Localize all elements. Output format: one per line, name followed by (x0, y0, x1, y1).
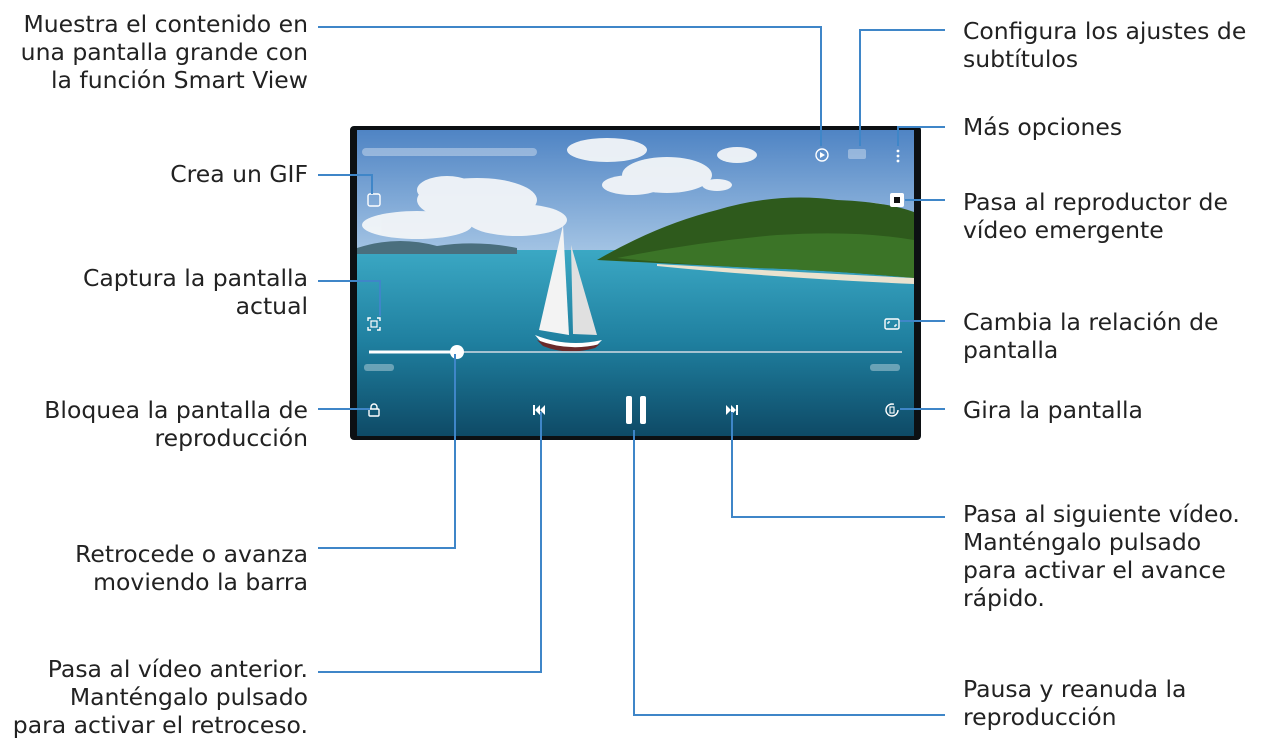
total-time (870, 364, 900, 371)
callout-pause: Pausa y reanuda la reproducción (963, 675, 1187, 731)
rotate-icon[interactable] (884, 402, 900, 418)
callout-aspect-ratio: Cambia la relación de pantalla (963, 308, 1219, 364)
subtitle-icon[interactable] (848, 149, 866, 159)
smart-view-icon[interactable] (814, 147, 830, 163)
next-icon[interactable] (724, 402, 740, 418)
callout-subtitles: Configura los ajustes de subtítulos (963, 17, 1247, 73)
video-player-screen (350, 126, 921, 440)
pause-icon[interactable] (623, 394, 649, 426)
callout-more-options: Más opciones (963, 113, 1123, 141)
leader-previous (318, 412, 542, 673)
capture-icon[interactable] (366, 316, 382, 332)
seek-bar-thumb[interactable] (450, 345, 464, 359)
callout-previous: Pasa al vídeo anterior. Manténgalo pulsa… (12, 655, 308, 739)
elapsed-time (364, 364, 394, 371)
callout-smart-view: Muestra el contenido en una pantalla gra… (20, 10, 308, 94)
callout-capture: Captura la pantalla actual (82, 264, 308, 320)
more-options-icon[interactable] (890, 148, 906, 164)
callout-gif: Crea un GIF (170, 160, 308, 188)
previous-icon[interactable] (531, 402, 547, 418)
callout-lock: Bloquea la pantalla de reproducción (44, 396, 308, 452)
leader-pause (633, 430, 945, 716)
aspect-ratio-icon[interactable] (884, 316, 900, 332)
callout-popup-player: Pasa al reproductor de vídeo emergente (963, 188, 1228, 244)
callout-next: Pasa al siguiente vídeo. Manténgalo puls… (963, 500, 1240, 612)
gif-icon[interactable] (366, 192, 382, 208)
video-frame[interactable] (357, 130, 914, 436)
lock-icon[interactable] (366, 402, 382, 418)
popup-player-icon[interactable] (889, 192, 905, 208)
callout-seek: Retrocede o avanza moviendo la barra (75, 540, 308, 596)
video-title (362, 148, 537, 156)
callout-rotate: Gira la pantalla (963, 396, 1143, 424)
